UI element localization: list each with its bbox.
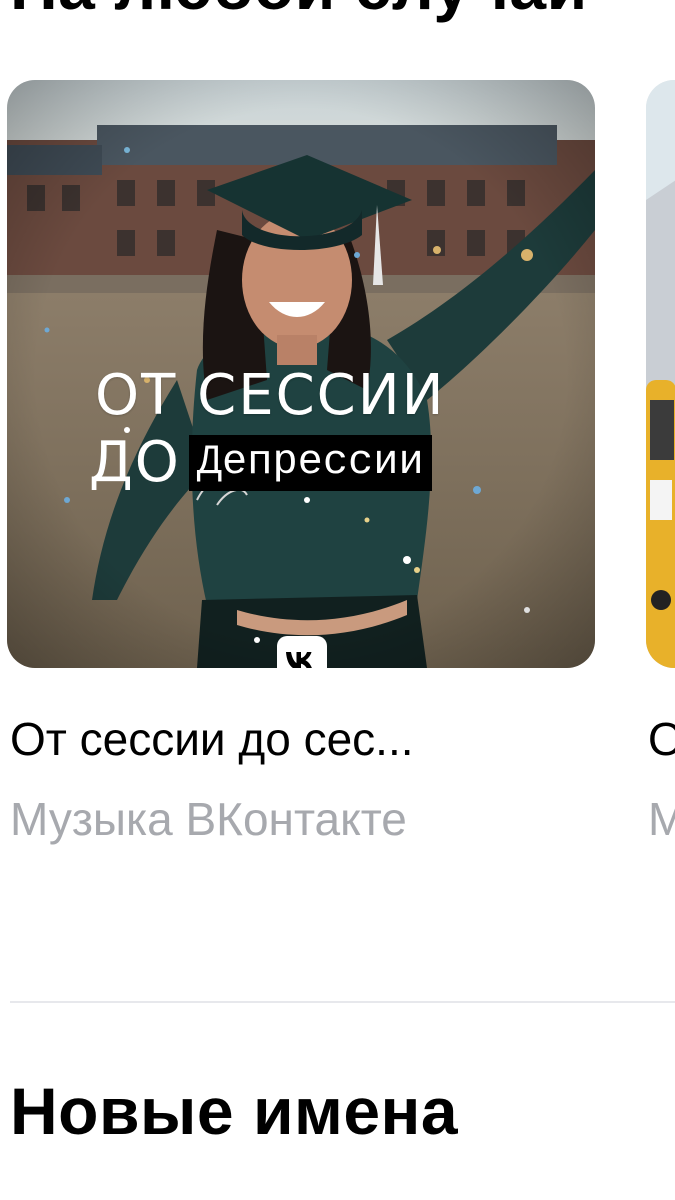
playlist-author-2[interactable]: М: [648, 792, 675, 846]
section-title-new-names: Новые имена: [10, 1074, 459, 1148]
cover-title-line1: ОТ СЕССИИ: [95, 363, 446, 428]
playlist-author[interactable]: Музыка ВКонтакте: [10, 792, 407, 846]
vk-logo-icon: [277, 636, 327, 668]
playlist-cover-2[interactable]: [646, 80, 675, 668]
section-divider: [10, 1001, 675, 1003]
cover-title-highlight: Депрессии: [188, 434, 432, 491]
section-title-on-any-occasion: На любой случай: [10, 0, 588, 24]
playlist-title[interactable]: От сессии до сес...: [10, 712, 414, 766]
cover-title-line2: ДО Депрессии: [89, 430, 432, 495]
playlist-cover[interactable]: ОТ СЕССИИ ДО Депрессии: [7, 80, 595, 668]
playlist-cover-2-image: [646, 80, 675, 668]
playlist-title-2[interactable]: О: [648, 712, 675, 766]
music-catalog-page: На любой случай: [0, 0, 675, 1200]
cover-title-do: ДО: [89, 430, 181, 495]
